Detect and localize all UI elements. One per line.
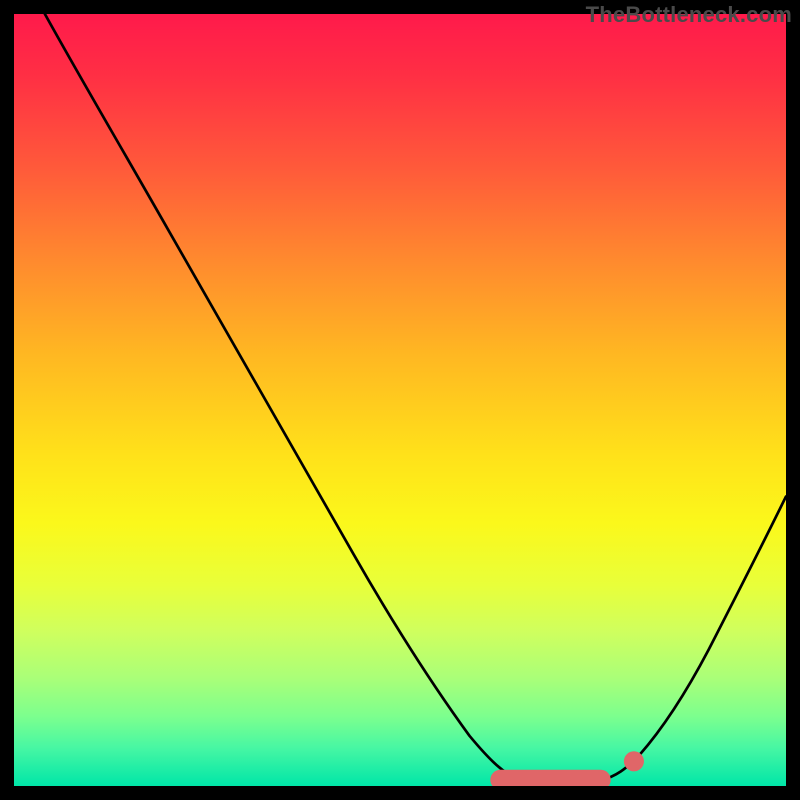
- source-watermark: TheBottleneck.com: [586, 2, 792, 28]
- chart-frame: TheBottleneck.com: [0, 0, 800, 800]
- curve-layer: [14, 14, 786, 786]
- bottleneck-curve: [45, 14, 786, 785]
- plot-area: [14, 14, 786, 786]
- optimal-right-point-icon: [624, 751, 644, 771]
